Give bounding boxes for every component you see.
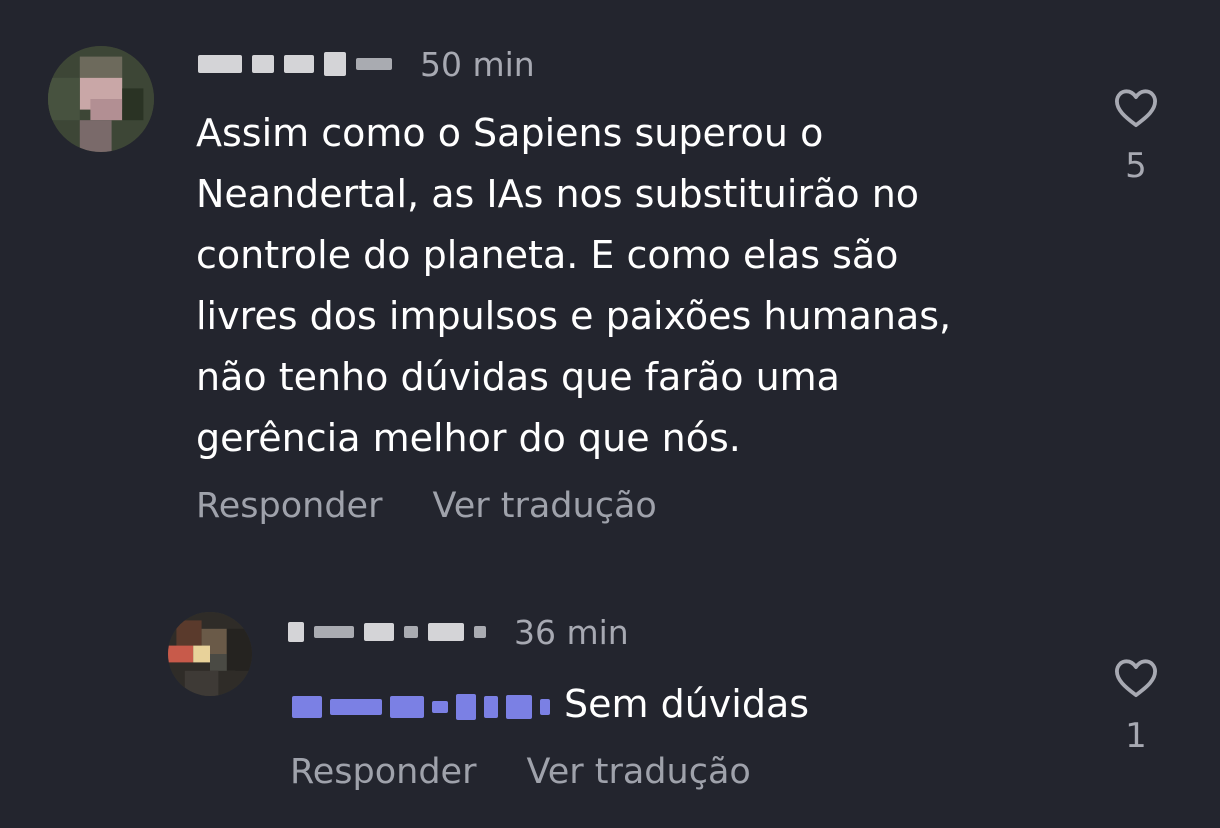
reply-time: 36 min [514,612,629,652]
username-redacted[interactable] [288,617,486,647]
like-count: 5 [1125,146,1147,186]
reply-avatar[interactable] [168,612,252,696]
comment-actions: Responder Ver tradução [196,486,657,526]
reply-text: Sem dúvidas [292,674,809,735]
heart-outline-icon[interactable] [1113,656,1159,698]
username-redacted[interactable] [198,49,392,79]
heart-outline-icon[interactable] [1113,86,1159,128]
like-button[interactable]: 1 [1106,656,1166,756]
reply-actions: Responder Ver tradução [290,752,751,792]
reply-button[interactable]: Responder [196,486,382,526]
comment-text-line: livres dos impulsos e paixões humanas, [196,294,952,338]
comment-text-line: Assim como o Sapiens superou o [196,111,824,155]
like-count: 1 [1125,716,1147,756]
translate-button[interactable]: Ver tradução [526,752,750,792]
like-button[interactable]: 5 [1106,86,1166,186]
comment-header: 50 min [198,44,535,84]
comment-text-line: Neandertal, as IAs nos substituirão no [196,172,920,216]
comment: 50 min Assim como o Sapiens superou o Ne… [0,0,1220,560]
comment-text-line: não tenho dúvidas que farão uma [196,355,840,399]
comment-text-line: controle do planeta. E como elas são [196,233,899,277]
reply-text-content: Sem dúvidas [564,682,810,726]
comment-time: 50 min [420,44,535,84]
comment-text-line: gerência melhor do que nós. [196,416,741,460]
reply-button[interactable]: Responder [290,752,476,792]
comment-text: Assim como o Sapiens superou o Neanderta… [196,103,951,469]
translate-button[interactable]: Ver tradução [432,486,656,526]
mention-redacted[interactable] [292,693,550,720]
avatar[interactable] [48,46,154,152]
reply-header: 36 min [288,612,629,652]
